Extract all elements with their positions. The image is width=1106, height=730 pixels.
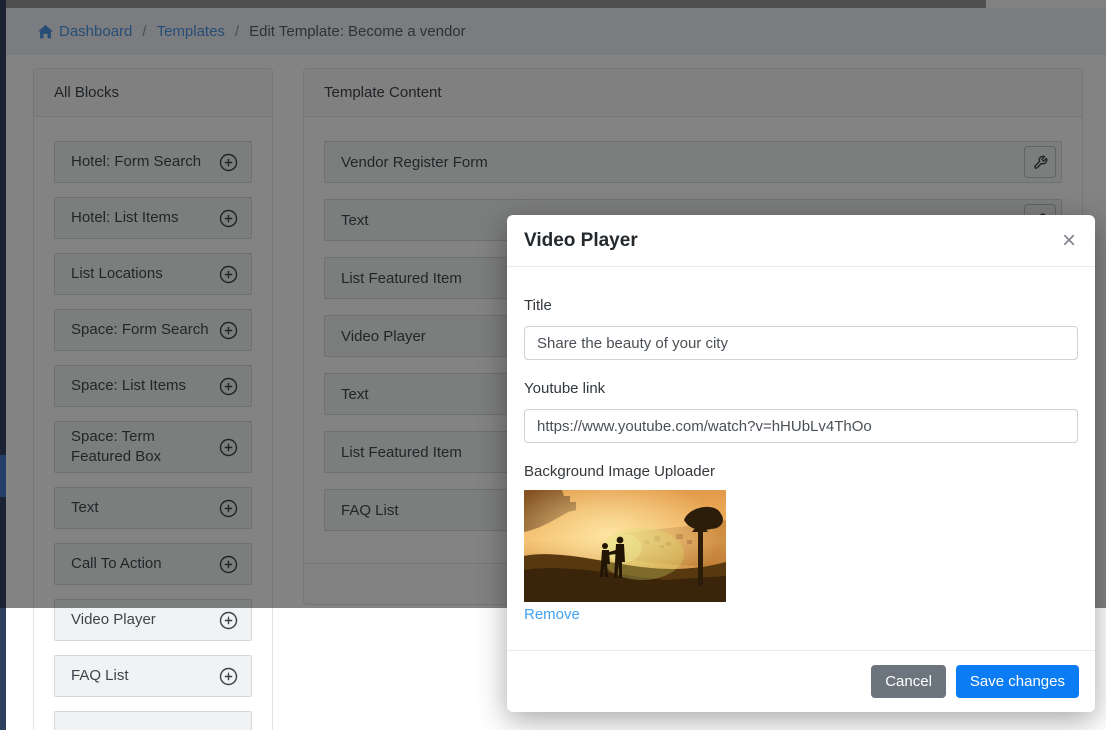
- modal-body: Title Youtube link Background Image Uplo…: [507, 267, 1095, 650]
- remove-image-link[interactable]: Remove: [524, 606, 580, 623]
- title-input[interactable]: [524, 326, 1078, 360]
- background-uploader-label: Background Image Uploader: [524, 463, 1078, 480]
- block-item-partial[interactable]: [54, 711, 252, 730]
- save-changes-button[interactable]: Save changes: [956, 665, 1079, 698]
- add-block-icon[interactable]: [219, 611, 238, 630]
- youtube-link-input[interactable]: [524, 409, 1078, 443]
- title-field-label: Title: [524, 297, 1078, 314]
- cancel-button[interactable]: Cancel: [871, 665, 946, 698]
- background-image-preview: [524, 490, 726, 602]
- youtube-field-label: Youtube link: [524, 380, 1078, 397]
- block-item[interactable]: FAQ List: [54, 655, 252, 697]
- page: Dashboard / Templates / Edit Template: B…: [0, 0, 1106, 730]
- modal-title: Video Player: [524, 230, 638, 252]
- close-icon[interactable]: ×: [1060, 229, 1078, 253]
- modal-header: Video Player ×: [507, 215, 1095, 267]
- add-block-icon[interactable]: [219, 667, 238, 686]
- block-item-label: Video Player: [71, 610, 156, 630]
- modal-footer: Cancel Save changes: [507, 650, 1095, 712]
- video-player-modal: Video Player × Title Youtube link Backgr…: [507, 215, 1095, 712]
- block-item-label: FAQ List: [71, 666, 129, 686]
